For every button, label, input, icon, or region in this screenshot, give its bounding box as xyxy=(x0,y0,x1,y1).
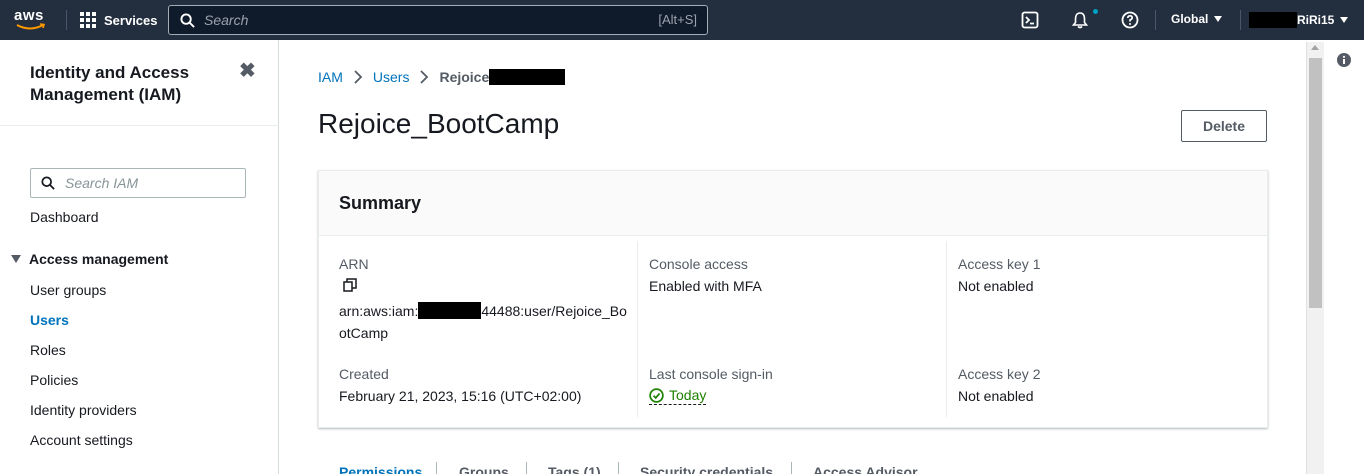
column-divider xyxy=(946,241,947,417)
check-circle-icon xyxy=(649,387,664,403)
scroll-up-arrow-icon[interactable] xyxy=(1311,45,1319,50)
iam-search-input[interactable]: Search IAM xyxy=(30,168,246,198)
nav-divider xyxy=(66,10,67,30)
redacted-block xyxy=(489,69,566,85)
search-placeholder: Search xyxy=(204,12,249,28)
nav-divider xyxy=(1240,10,1241,30)
scrollbar-thumb[interactable] xyxy=(1309,58,1322,308)
redacted-block xyxy=(418,302,482,319)
sidebar-section-access-management[interactable]: Access management xyxy=(11,251,168,267)
tab-groups[interactable]: Groups xyxy=(459,464,509,474)
sidebar-item-roles[interactable]: Roles xyxy=(30,342,66,358)
tab-tags[interactable]: Tags (1) xyxy=(548,464,601,474)
section-label: Access management xyxy=(29,251,169,267)
copy-icon[interactable] xyxy=(343,278,357,292)
account-label: RiRi15 xyxy=(1297,13,1335,27)
help-icon[interactable] xyxy=(1121,11,1139,29)
cloudshell-icon[interactable] xyxy=(1021,11,1039,29)
nav-divider xyxy=(1155,10,1156,30)
iam-search-placeholder: Search IAM xyxy=(65,175,139,191)
access-key2-label: Access key 2 xyxy=(958,366,1041,382)
global-search-input[interactable]: Search [Alt+S] xyxy=(168,5,708,35)
sidebar-item-identity-providers[interactable]: Identity providers xyxy=(30,402,137,418)
summary-title: Summary xyxy=(339,193,422,213)
caret-down-icon xyxy=(11,255,21,263)
summary-header: Summary xyxy=(319,171,1267,236)
tab-access-advisor[interactable]: Access Advisor xyxy=(813,464,918,474)
aws-logo-text: aws xyxy=(14,7,44,24)
search-shortcut-hint: [Alt+S] xyxy=(658,12,697,27)
tab-divider xyxy=(526,462,527,474)
search-icon xyxy=(180,12,195,28)
sidebar-item-users[interactable]: Users xyxy=(30,312,69,328)
access-key1-label: Access key 1 xyxy=(958,256,1041,272)
summary-panel: Summary ARN arn:aws:iam: 44488:user/Rejoi… xyxy=(318,170,1268,428)
sidebar-divider xyxy=(0,125,279,126)
arn-value: arn:aws:iam: 44488:user/Rejoice_BootCamp xyxy=(339,300,629,344)
breadcrumb: IAM Users Rejoice xyxy=(318,69,566,85)
close-icon[interactable]: ✖ xyxy=(239,61,256,81)
services-label: Services xyxy=(104,12,158,28)
tab-security-credentials[interactable]: Security credentials xyxy=(640,464,773,474)
delete-button[interactable]: Delete xyxy=(1181,110,1267,142)
tab-divider xyxy=(618,462,619,474)
access-key1-value: Not enabled xyxy=(958,278,1034,294)
sidebar-item-dashboard[interactable]: Dashboard xyxy=(30,209,99,225)
console-access-value: Enabled with MFA xyxy=(649,278,762,294)
notification-badge xyxy=(1093,9,1098,14)
sidebar-item-user-groups[interactable]: User groups xyxy=(30,282,106,298)
tab-permissions[interactable]: Permissions xyxy=(339,464,422,474)
page-title: Rejoice_BootCamp xyxy=(318,108,560,139)
breadcrumb-users[interactable]: Users xyxy=(373,69,410,85)
aws-smile-icon xyxy=(16,23,46,30)
breadcrumb-iam[interactable]: IAM xyxy=(318,69,343,85)
search-icon xyxy=(41,176,55,190)
grid-menu-icon xyxy=(80,12,96,28)
caret-down-icon xyxy=(1340,17,1349,23)
tab-bar: Permissions Groups Tags (1) Security cre… xyxy=(318,462,1268,474)
sidebar-item-account-settings[interactable]: Account settings xyxy=(30,432,133,448)
sidebar-item-policies[interactable]: Policies xyxy=(30,372,78,388)
sidebar-title: Identity and Access Management (IAM) xyxy=(30,63,190,104)
caret-down-icon xyxy=(1214,16,1223,22)
breadcrumb-current: Rejoice xyxy=(439,69,566,85)
arn-prefix: arn:aws:iam: xyxy=(339,303,419,319)
redacted-block xyxy=(1249,12,1297,28)
notifications-bell-icon[interactable] xyxy=(1071,11,1089,29)
tab-divider xyxy=(436,462,437,474)
services-menu-button[interactable]: Services xyxy=(80,10,158,30)
account-menu[interactable]: RiRi15 xyxy=(1249,12,1349,28)
breadcrumb-current-label: Rejoice xyxy=(439,69,490,85)
column-divider xyxy=(637,241,638,417)
created-label: Created xyxy=(339,366,389,382)
aws-logo[interactable]: aws xyxy=(14,7,50,33)
chevron-right-icon xyxy=(354,70,363,84)
last-signin-value[interactable]: Today xyxy=(649,387,707,405)
arn-label: ARN xyxy=(339,256,369,272)
last-signin-label: Last console sign-in xyxy=(649,366,773,382)
access-key2-value: Not enabled xyxy=(958,388,1034,404)
sidebar: Identity and Access Management (IAM) ✖ S… xyxy=(0,40,279,474)
console-access-label: Console access xyxy=(649,256,748,272)
top-navigation-bar: aws Services Search [Alt+S] Global RiRi1… xyxy=(0,0,1364,40)
region-selector[interactable]: Global xyxy=(1171,12,1223,26)
last-signin-text: Today xyxy=(669,387,707,403)
chevron-right-icon xyxy=(420,70,429,84)
created-value: February 21, 2023, 15:16 (UTC+02:00) xyxy=(339,388,582,404)
tab-divider xyxy=(791,462,792,474)
info-icon[interactable] xyxy=(1337,53,1351,67)
region-label: Global xyxy=(1171,12,1209,26)
